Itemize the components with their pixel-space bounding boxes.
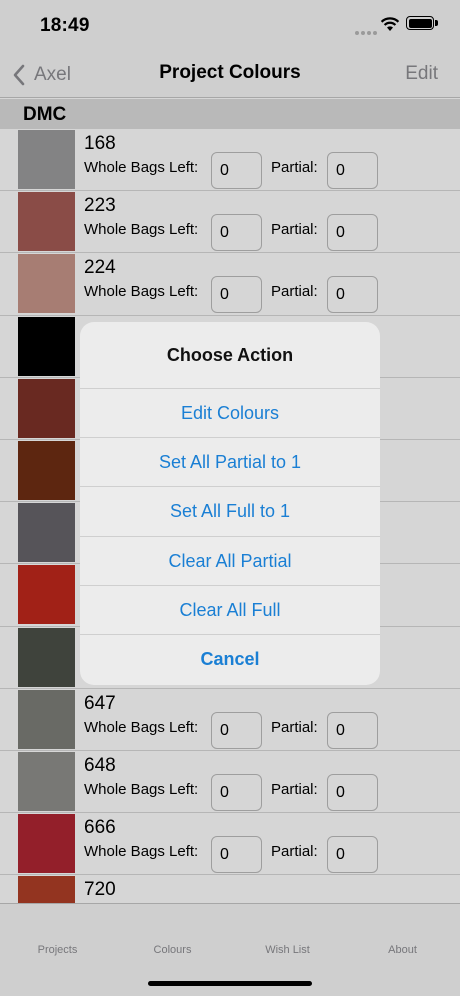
action-sheet-title: Choose Action — [80, 322, 380, 389]
edit-colours-button[interactable]: Edit Colours — [80, 389, 380, 439]
set-all-full-button[interactable]: Set All Full to 1 — [80, 487, 380, 537]
clear-all-full-button[interactable]: Clear All Full — [80, 586, 380, 635]
action-sheet: Choose Action Edit Colours Set All Parti… — [80, 322, 380, 685]
set-all-partial-button[interactable]: Set All Partial to 1 — [80, 438, 380, 488]
clear-all-partial-button[interactable]: Clear All Partial — [80, 537, 380, 586]
cancel-button[interactable]: Cancel — [80, 635, 380, 684]
home-indicator — [148, 981, 312, 986]
